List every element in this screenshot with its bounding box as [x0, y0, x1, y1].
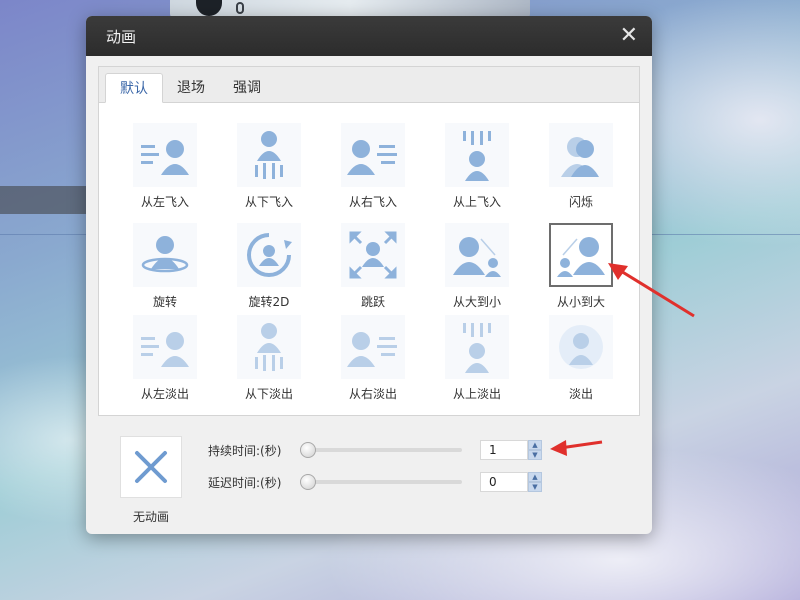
background-indicator [236, 2, 244, 14]
small-to-large-icon [549, 223, 613, 287]
effects-panel: 默认 退场 强调 从左飞入 从下飞入 从右飞入 从上飞入 闪烁 旋转 旋转2D … [98, 66, 640, 416]
delay-input[interactable]: 0 [480, 472, 528, 492]
effect-fade-out[interactable]: 淡出 [533, 315, 629, 402]
rotate-icon [133, 223, 197, 287]
flash-icon [549, 123, 613, 187]
fade-from-left-icon [133, 315, 197, 379]
no-animation-label: 无动画 [132, 510, 169, 524]
delay-row: 延迟时间:(秒) [208, 472, 462, 492]
effect-flash[interactable]: 闪烁 [533, 123, 629, 210]
effect-label: 从上飞入 [452, 195, 501, 209]
effect-large-to-small[interactable]: 从大到小 [429, 223, 525, 310]
duration-spin-buttons: ▲ ▼ [528, 440, 542, 460]
effect-small-to-large[interactable]: 从小到大 [533, 223, 629, 310]
duration-spinner: 1 ▲ ▼ [480, 440, 542, 460]
effect-fade-from-left[interactable]: 从左淡出 [117, 315, 213, 402]
delay-increment-button[interactable]: ▲ [528, 472, 542, 482]
timing-section: 无动画 持续时间:(秒) 1 ▲ ▼ 延迟时间:(秒) 0 ▲ ▼ [98, 428, 640, 528]
effect-rotate-2d[interactable]: 旋转2D [221, 223, 317, 310]
fade-out-icon [549, 315, 613, 379]
animation-dialog: 动画 ✕ 默认 退场 强调 从左飞入 从下飞入 从右飞入 从上飞入 闪烁 旋转 … [86, 16, 652, 534]
effect-label: 从大到小 [452, 295, 501, 309]
effect-label: 从小到大 [556, 295, 605, 309]
effect-jump[interactable]: 跳跃 [325, 223, 421, 310]
effect-label: 从左淡出 [140, 387, 189, 401]
tab-exit[interactable]: 退场 [163, 72, 219, 102]
jump-icon [341, 223, 405, 287]
effect-fly-from-left[interactable]: 从左飞入 [117, 123, 213, 210]
fly-from-bottom-icon [237, 123, 301, 187]
effect-label: 从右淡出 [348, 387, 397, 401]
delay-slider-track[interactable] [300, 474, 462, 490]
duration-slider-track[interactable] [300, 442, 462, 458]
tab-bar: 默认 退场 强调 [99, 67, 639, 103]
dialog-titlebar: 动画 ✕ [86, 16, 652, 56]
background-toolbar [0, 186, 86, 214]
effect-label: 从下淡出 [244, 387, 293, 401]
close-x-icon [135, 451, 167, 483]
effect-label: 从左飞入 [140, 195, 189, 209]
effect-fade-from-right[interactable]: 从右淡出 [325, 315, 421, 402]
effect-fade-from-bottom[interactable]: 从下淡出 [221, 315, 317, 402]
duration-input[interactable]: 1 [480, 440, 528, 460]
effect-rotate[interactable]: 旋转 [117, 223, 213, 310]
fly-from-top-icon [445, 123, 509, 187]
effect-fade-from-top[interactable]: 从上淡出 [429, 315, 525, 402]
fly-from-right-icon [341, 123, 405, 187]
effect-label: 淡出 [568, 387, 593, 401]
effect-fly-from-right[interactable]: 从右飞入 [325, 123, 421, 210]
delay-spinner: 0 ▲ ▼ [480, 472, 542, 492]
fade-from-right-icon [341, 315, 405, 379]
duration-label: 持续时间:(秒) [208, 443, 282, 458]
duration-slider-handle[interactable] [300, 442, 316, 458]
effect-label: 跳跃 [360, 295, 385, 309]
effect-label: 从下飞入 [244, 195, 293, 209]
effect-label: 从右飞入 [348, 195, 397, 209]
delay-slider-handle[interactable] [300, 474, 316, 490]
close-icon[interactable]: ✕ [620, 25, 638, 47]
fade-from-top-icon [445, 315, 509, 379]
large-to-small-icon [445, 223, 509, 287]
duration-decrement-button[interactable]: ▼ [528, 450, 542, 460]
fade-from-bottom-icon [237, 315, 301, 379]
delay-label: 延迟时间:(秒) [208, 475, 282, 490]
fly-from-left-icon [133, 123, 197, 187]
duration-increment-button[interactable]: ▲ [528, 440, 542, 450]
effect-label: 旋转 [152, 295, 177, 309]
tab-emphasis[interactable]: 强调 [219, 72, 275, 102]
rotate-2d-icon [237, 223, 301, 287]
effect-fly-from-bottom[interactable]: 从下飞入 [221, 123, 317, 210]
delay-spin-buttons: ▲ ▼ [528, 472, 542, 492]
duration-row: 持续时间:(秒) [208, 440, 462, 460]
tab-default[interactable]: 默认 [105, 73, 163, 103]
effect-label: 闪烁 [568, 195, 593, 209]
no-animation-button[interactable] [120, 436, 182, 498]
effect-label: 旋转2D [248, 295, 290, 309]
delay-decrement-button[interactable]: ▼ [528, 482, 542, 492]
effect-fly-from-top[interactable]: 从上飞入 [429, 123, 525, 210]
effect-label: 从上淡出 [452, 387, 501, 401]
dialog-title: 动画 [106, 27, 137, 46]
